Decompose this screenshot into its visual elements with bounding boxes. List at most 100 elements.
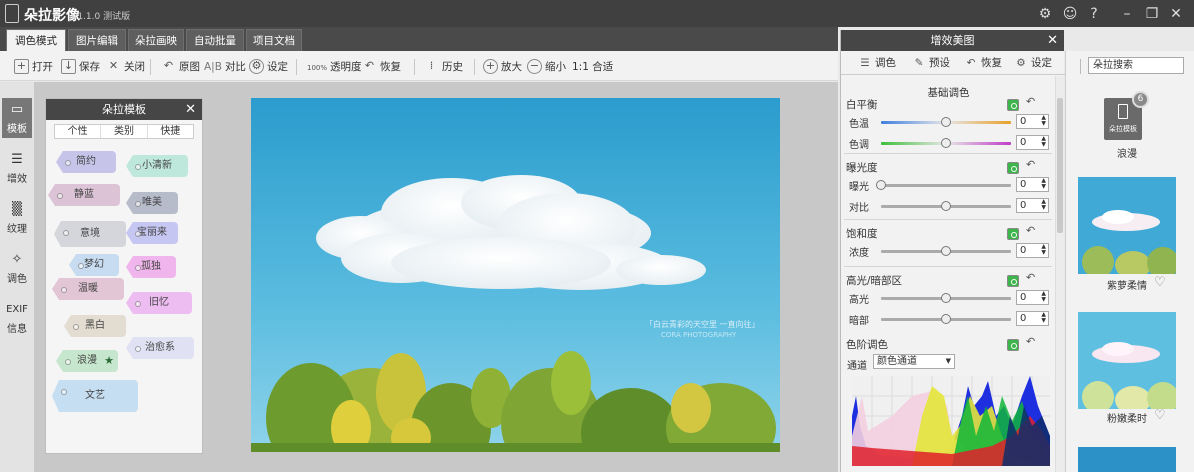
template-tag[interactable]: 梦幻 xyxy=(69,254,119,276)
close-file-button[interactable]: ✕ 关闭 xyxy=(106,59,145,75)
template-tag[interactable]: 唯美 xyxy=(126,192,178,214)
levels-enable-toggle[interactable] xyxy=(1007,339,1019,351)
template-tag[interactable]: 温暖 xyxy=(52,278,124,300)
slider-value-input[interactable]: 0 ▲ ▼ xyxy=(1016,290,1049,305)
spinner-arrows-icon[interactable]: ▲ ▼ xyxy=(1041,312,1046,324)
adjust-slider[interactable] xyxy=(881,138,1011,148)
tab-project-docs[interactable]: 项目文档 xyxy=(246,29,302,51)
template-tag[interactable]: 旧忆 xyxy=(126,292,192,314)
opacity-button[interactable]: 100% 透明度 xyxy=(307,59,362,75)
group-enable-toggle[interactable] xyxy=(1007,275,1019,287)
nav-template[interactable]: ▭ 模板 xyxy=(2,98,32,138)
spinner-arrows-icon[interactable]: ▲ ▼ xyxy=(1041,178,1046,190)
settings-icon[interactable]: ⚙ xyxy=(1035,4,1055,24)
save-button[interactable]: ↓ 保存 xyxy=(61,59,100,75)
fit-button[interactable]: 1:1 合适 xyxy=(572,59,613,75)
adjust-tool-preset[interactable]: ✎ 预设 xyxy=(911,55,950,70)
group-reset-icon[interactable]: ↶ xyxy=(1026,158,1035,171)
search-input[interactable]: 朵拉搜索 xyxy=(1088,57,1184,74)
open-button[interactable]: + 打开 xyxy=(14,59,53,75)
preset-thumbnail[interactable] xyxy=(1078,447,1176,472)
help-icon[interactable]: ? xyxy=(1084,4,1104,24)
nav-enhance[interactable]: ☰ 增效 xyxy=(2,148,32,188)
adjust-tool-color[interactable]: ☰ 调色 xyxy=(857,55,896,70)
slider-knob[interactable] xyxy=(876,180,886,190)
template-tag[interactable]: 孤独 xyxy=(126,256,176,278)
adjust-tool-restore[interactable]: ↶ 恢复 xyxy=(963,55,1002,70)
slider-knob[interactable] xyxy=(941,293,951,303)
slider-knob[interactable] xyxy=(941,117,951,127)
zoom-out-button[interactable]: − 缩小 xyxy=(527,59,566,75)
tab-dora-show[interactable]: 朵拉画映 xyxy=(128,29,184,51)
history-button[interactable]: ⁞ 历史 xyxy=(424,59,463,75)
slider-knob[interactable] xyxy=(941,246,951,256)
tab-color-mode[interactable]: 调色模式 xyxy=(6,29,66,51)
restore-icon[interactable]: ❐ xyxy=(1142,4,1162,24)
template-tag[interactable]: 静蓝 xyxy=(48,184,120,206)
levels-reset-icon[interactable]: ↶ xyxy=(1026,335,1035,348)
feedback-icon[interactable]: ☺ xyxy=(1060,4,1080,24)
tab-image-edit[interactable]: 图片编辑 xyxy=(68,29,126,51)
spinner-arrows-icon[interactable]: ▲ ▼ xyxy=(1041,136,1046,148)
spinner-arrows-icon[interactable]: ▲ ▼ xyxy=(1041,244,1046,256)
nav-info[interactable]: EXIF 信息 xyxy=(2,298,32,338)
nav-texture[interactable]: ▒ 纹理 xyxy=(2,198,32,238)
group-enable-toggle[interactable] xyxy=(1007,162,1019,174)
preset-thumbnail[interactable] xyxy=(1078,177,1176,274)
template-tag[interactable]: 治愈系 xyxy=(126,337,194,359)
subtab-personal[interactable]: 个性 xyxy=(55,125,102,138)
spinner-arrows-icon[interactable]: ▲ ▼ xyxy=(1041,199,1046,211)
template-tag[interactable]: 黑白 xyxy=(64,315,126,337)
adjust-slider[interactable] xyxy=(881,293,1011,303)
zoom-in-button[interactable]: + 放大 xyxy=(483,59,522,75)
favorite-icon[interactable]: ♡ xyxy=(1154,408,1166,423)
tab-batch[interactable]: 自动批量 xyxy=(186,29,244,51)
slider-knob[interactable] xyxy=(941,138,951,148)
group-reset-icon[interactable]: ↶ xyxy=(1026,224,1035,237)
group-reset-icon[interactable]: ↶ xyxy=(1026,271,1035,284)
slider-value-input[interactable]: 0 ▲ ▼ xyxy=(1016,243,1049,258)
nav-color[interactable]: ✧ 调色 xyxy=(2,248,32,288)
group-reset-icon[interactable]: ↶ xyxy=(1026,95,1035,108)
spinner-arrows-icon[interactable]: ▲ ▼ xyxy=(1041,291,1046,303)
close-icon[interactable]: ✕ xyxy=(1166,4,1186,24)
template-tag[interactable]: 小清新 xyxy=(126,155,188,177)
subtab-quick[interactable]: 快捷 xyxy=(148,125,193,138)
star-icon[interactable]: ★ xyxy=(104,350,114,372)
adjust-tool-settings[interactable]: ⚙ 设定 xyxy=(1013,55,1052,70)
group-enable-toggle[interactable] xyxy=(1007,228,1019,240)
adjust-slider[interactable] xyxy=(881,314,1011,324)
original-button[interactable]: ↶ 原图 xyxy=(161,59,200,75)
template-tag[interactable]: 宝丽来 xyxy=(126,222,178,244)
slider-value-input[interactable]: 0 ▲ ▼ xyxy=(1016,135,1049,150)
photo-preview[interactable]: 「白云青彩的天空里 一直向往」 CORA PHOTOGRAPHY xyxy=(251,98,780,452)
settings-button[interactable]: ⚙ 设定 xyxy=(249,59,288,75)
scrollbar-thumb[interactable] xyxy=(1057,98,1063,233)
slider-value-input[interactable]: 0 ▲ ▼ xyxy=(1016,198,1049,213)
template-tag[interactable]: 简约 xyxy=(56,151,116,173)
template-tag[interactable]: 意境 xyxy=(54,221,126,247)
slider-knob[interactable] xyxy=(941,314,951,324)
subtab-category[interactable]: 类别 xyxy=(101,125,148,138)
slider-value-input[interactable]: 0 ▲ ▼ xyxy=(1016,311,1049,326)
adjust-slider[interactable] xyxy=(876,180,1011,190)
slider-value-input[interactable]: 0 ▲ ▼ xyxy=(1016,177,1049,192)
template-tag[interactable]: 浪漫 ★ xyxy=(56,350,118,372)
spinner-arrows-icon[interactable]: ▲ ▼ xyxy=(1041,115,1046,127)
adjust-scrollbar[interactable] xyxy=(1055,76,1064,472)
adjust-slider[interactable] xyxy=(881,201,1011,211)
adjust-slider[interactable] xyxy=(881,246,1011,256)
template-tag[interactable]: 文艺 xyxy=(52,380,138,412)
channel-select[interactable]: 颜色通道 ▼ xyxy=(873,354,955,369)
close-icon[interactable]: ✕ xyxy=(185,99,196,120)
compare-button[interactable]: A|B 对比 xyxy=(204,59,246,75)
close-icon[interactable]: ✕ xyxy=(1047,30,1058,51)
slider-knob[interactable] xyxy=(941,201,951,211)
preset-thumbnail[interactable] xyxy=(1078,312,1176,409)
minimize-icon[interactable]: – xyxy=(1117,4,1137,24)
group-enable-toggle[interactable] xyxy=(1007,99,1019,111)
favorite-icon[interactable]: ♡ xyxy=(1154,275,1166,290)
restore-button[interactable]: ↶ 恢复 xyxy=(362,59,401,75)
slider-value-input[interactable]: 0 ▲ ▼ xyxy=(1016,114,1049,129)
adjust-slider[interactable] xyxy=(881,117,1011,127)
